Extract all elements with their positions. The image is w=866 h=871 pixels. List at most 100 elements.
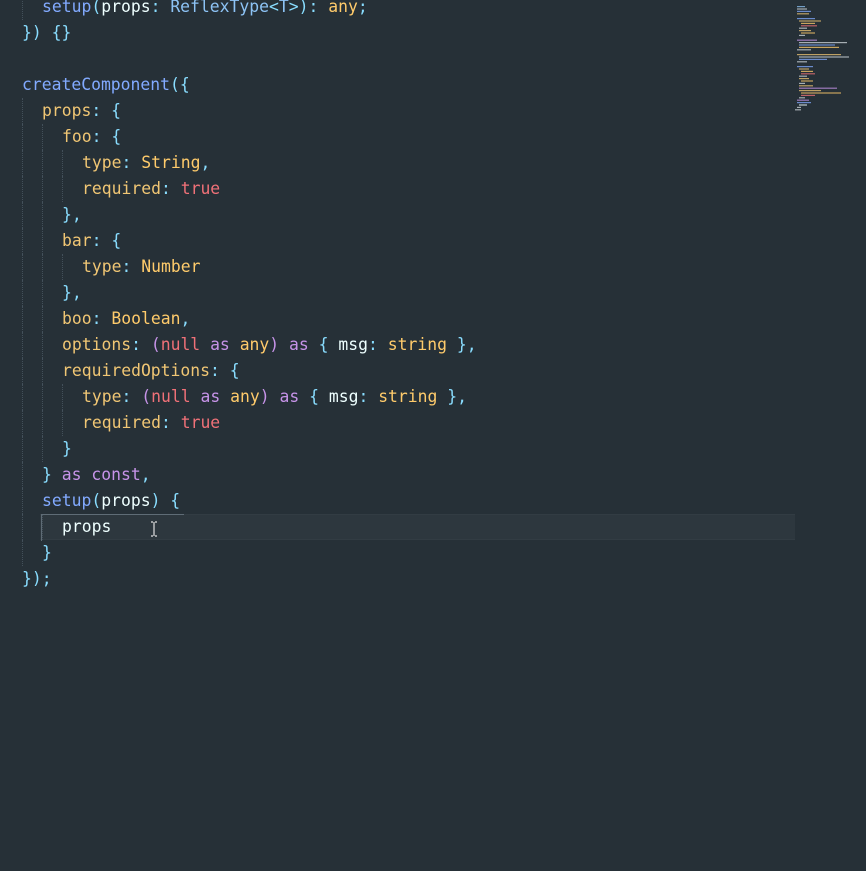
minimap-line — [801, 92, 841, 94]
code-token: : — [160, 413, 181, 432]
code-token: , — [140, 465, 151, 484]
code-line[interactable]: props — [0, 514, 795, 540]
code-area[interactable]: setup(props: ReflexType<T>): any;}) {} cr… — [0, 0, 795, 592]
code-token: ReflexType — [170, 0, 269, 16]
code-token: props — [62, 517, 112, 536]
code-line[interactable]: } — [0, 540, 795, 566]
code-line[interactable]: type: String, — [0, 150, 795, 176]
code-token: } — [42, 543, 52, 562]
code-token: as — [289, 335, 309, 354]
code-line[interactable]: createComponent({ — [0, 72, 795, 98]
code-token: as — [210, 335, 230, 354]
code-line-text: bar: { — [62, 228, 121, 254]
code-token: Number — [141, 257, 201, 276]
indent-guide — [22, 0, 23, 20]
code-token: ): — [298, 0, 329, 16]
minimap-line — [799, 87, 837, 89]
minimap[interactable] — [795, 0, 866, 120]
code-token: msg — [338, 335, 369, 354]
code-line-text: }); — [22, 566, 52, 592]
code-token: } — [42, 465, 62, 484]
code-token: ) { — [150, 491, 181, 510]
minimap-line — [797, 39, 817, 41]
code-token: : { — [91, 127, 122, 146]
indent-guide — [22, 228, 23, 254]
code-line[interactable]: options: (null as any) as { msg: string … — [0, 332, 795, 358]
code-line[interactable]: requiredOptions: { — [0, 358, 795, 384]
indent-guide — [42, 332, 43, 358]
indent-guide — [42, 202, 43, 228]
code-line-text: options: (null as any) as { msg: string … — [62, 332, 477, 358]
code-line[interactable]: foo: { — [0, 124, 795, 150]
indent-guide — [22, 176, 23, 202]
code-line[interactable]: }, — [0, 280, 795, 306]
code-token: props — [101, 491, 151, 510]
code-token: requiredOptions — [62, 361, 211, 380]
minimap-line — [799, 42, 847, 44]
code-line[interactable] — [0, 46, 795, 72]
code-line-text: setup(props) { — [42, 488, 180, 514]
code-line-text: props: { — [42, 98, 121, 124]
indent-guide — [42, 124, 43, 150]
code-token: bar — [62, 231, 92, 250]
minimap-line — [801, 80, 813, 82]
code-line[interactable]: } — [0, 436, 795, 462]
minimap-line — [797, 10, 811, 12]
minimap-line — [799, 82, 805, 84]
code-line[interactable]: }); — [0, 566, 795, 592]
indent-guide — [62, 150, 63, 176]
code-line-text: setup(props: ReflexType<T>): any; — [42, 0, 368, 20]
code-line[interactable]: required: true — [0, 410, 795, 436]
code-token: : — [121, 153, 142, 172]
indent-guide — [22, 410, 23, 436]
minimap-line — [799, 44, 835, 46]
minimap-line — [799, 90, 821, 92]
code-token: }) {} — [22, 23, 72, 42]
code-line-text: } as const, — [42, 462, 151, 488]
minimap-line — [799, 34, 805, 36]
code-line[interactable]: type: Number — [0, 254, 795, 280]
code-token: String — [141, 153, 201, 172]
code-token: boo — [62, 309, 92, 328]
code-line[interactable]: }) {} — [0, 20, 795, 46]
indent-guide — [62, 254, 63, 280]
code-line[interactable]: bar: { — [0, 228, 795, 254]
code-editor[interactable]: setup(props: ReflexType<T>): any;}) {} cr… — [0, 0, 866, 871]
indent-guide — [42, 436, 43, 462]
code-token: as — [61, 465, 82, 484]
minimap-line — [797, 6, 805, 8]
indent-guide — [22, 306, 23, 332]
code-token: , — [180, 309, 191, 328]
code-line-text: props — [62, 514, 111, 540]
ibeam-cursor-icon — [151, 521, 157, 537]
code-token: : — [150, 0, 171, 16]
indent-guide — [62, 384, 63, 410]
code-token: : { — [91, 231, 122, 250]
code-line[interactable]: required: true — [0, 176, 795, 202]
code-line-text: } — [42, 540, 52, 566]
code-line[interactable]: setup(props: ReflexType<T>): any; — [0, 0, 795, 20]
code-token: : — [160, 179, 181, 198]
indent-guide — [22, 462, 23, 488]
code-token: }, — [437, 387, 468, 406]
code-line[interactable]: }, — [0, 202, 795, 228]
indent-guide — [22, 254, 23, 280]
indent-guide — [42, 358, 43, 384]
code-line[interactable]: props: { — [0, 98, 795, 124]
code-line[interactable]: } as const, — [0, 462, 795, 488]
code-line[interactable]: setup(props) { — [0, 488, 795, 514]
minimap-line — [797, 13, 809, 15]
code-line[interactable]: type: (null as any) as { msg: string }, — [0, 384, 795, 410]
code-line[interactable]: boo: Boolean, — [0, 306, 795, 332]
minimap-line — [797, 99, 809, 101]
code-token: null — [151, 387, 191, 406]
code-token: foo — [62, 127, 92, 146]
minimap-line — [799, 68, 809, 70]
code-token: : { — [210, 361, 240, 380]
code-token: any — [328, 0, 358, 16]
indent-guide — [22, 280, 23, 306]
